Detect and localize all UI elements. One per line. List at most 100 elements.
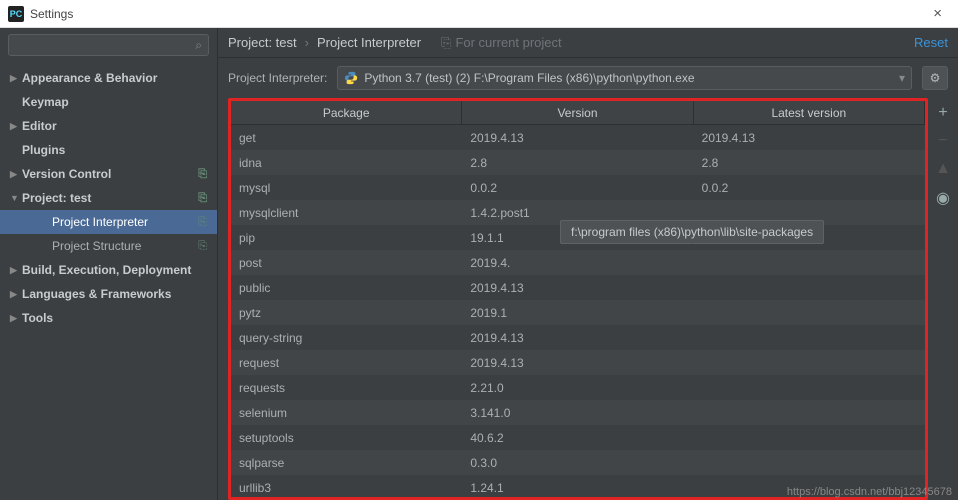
- sidebar-item-label: Build, Execution, Deployment: [22, 263, 191, 277]
- cell-package: mysql: [231, 181, 462, 195]
- remove-button[interactable]: −: [938, 132, 947, 150]
- gear-button[interactable]: ⚙: [922, 66, 948, 90]
- python-icon: [344, 71, 358, 85]
- table-row[interactable]: public2019.4.13: [231, 275, 925, 300]
- table-row[interactable]: post2019.4.: [231, 250, 925, 275]
- tree-arrow-icon: ▼: [10, 193, 22, 203]
- eye-button[interactable]: ◉: [936, 188, 950, 208]
- sidebar-item-plugins[interactable]: Plugins: [0, 138, 217, 162]
- cell-package: request: [231, 356, 462, 370]
- tree-arrow-icon: ▶: [10, 313, 22, 324]
- breadcrumb-project: Project: test: [228, 35, 297, 50]
- sidebar-item-build-execution-deployment[interactable]: ▶Build, Execution, Deployment: [0, 258, 217, 282]
- table-row[interactable]: get2019.4.132019.4.13: [231, 125, 925, 150]
- cell-latest: 2.8: [694, 156, 925, 170]
- sidebar-item-label: Languages & Frameworks: [22, 287, 171, 301]
- sidebar-item-tools[interactable]: ▶Tools: [0, 306, 217, 330]
- upgrade-button[interactable]: ▲: [935, 160, 951, 178]
- cell-version: 2019.4.: [462, 256, 693, 270]
- copy-icon: ⎘: [198, 216, 207, 229]
- tree-arrow-icon: ▶: [10, 169, 22, 180]
- current-project-hint: ⎘ For current project: [441, 35, 562, 51]
- cell-version: 2019.4.13: [462, 131, 693, 145]
- cell-package: requests: [231, 381, 462, 395]
- table-row[interactable]: setuptools40.6.2: [231, 425, 925, 450]
- gear-icon: ⚙: [930, 71, 941, 85]
- cell-version: 2019.4.13: [462, 356, 693, 370]
- cell-package: get: [231, 131, 462, 145]
- col-version[interactable]: Version: [462, 101, 693, 124]
- sidebar: ⌕ ▶Appearance & BehaviorKeymap▶EditorPlu…: [0, 28, 218, 500]
- search-field[interactable]: [15, 38, 191, 52]
- sidebar-item-label: Project Interpreter: [52, 215, 148, 229]
- cell-version: 2.21.0: [462, 381, 693, 395]
- app-icon: PC: [8, 6, 24, 22]
- table-row[interactable]: requests2.21.0: [231, 375, 925, 400]
- table-row[interactable]: request2019.4.13: [231, 350, 925, 375]
- col-package[interactable]: Package: [231, 101, 462, 124]
- cell-package: pip: [231, 231, 462, 245]
- table-row[interactable]: selenium3.141.0: [231, 400, 925, 425]
- add-button[interactable]: +: [938, 104, 947, 122]
- reset-link[interactable]: Reset: [914, 35, 948, 50]
- cell-version: 0.0.2: [462, 181, 693, 195]
- cell-version: 2.8: [462, 156, 693, 170]
- path-tooltip: f:\program files (x86)\python\lib\site-p…: [560, 220, 824, 244]
- sidebar-item-label: Tools: [22, 311, 53, 325]
- sidebar-item-appearance-behavior[interactable]: ▶Appearance & Behavior: [0, 66, 217, 90]
- chevron-down-icon: ▾: [899, 71, 905, 85]
- sidebar-item-keymap[interactable]: Keymap: [0, 90, 217, 114]
- table-actions: + − ▲ ◉: [928, 98, 958, 500]
- tree-arrow-icon: ▶: [10, 289, 22, 300]
- cell-package: setuptools: [231, 431, 462, 445]
- sidebar-item-project-interpreter[interactable]: Project Interpreter ⎘: [0, 210, 217, 234]
- packages-table: Package Version Latest version get2019.4…: [228, 98, 928, 500]
- settings-tree: ▶Appearance & BehaviorKeymap▶EditorPlugi…: [0, 62, 217, 500]
- copy-icon: ⎘: [441, 35, 451, 51]
- sidebar-item-label: Appearance & Behavior: [22, 71, 157, 85]
- table-row[interactable]: mysql0.0.20.0.2: [231, 175, 925, 200]
- sidebar-item-languages-frameworks[interactable]: ▶Languages & Frameworks: [0, 282, 217, 306]
- col-latest[interactable]: Latest version: [694, 101, 925, 124]
- cell-package: selenium: [231, 406, 462, 420]
- cell-package: pytz: [231, 306, 462, 320]
- cell-package: mysqlclient: [231, 206, 462, 220]
- cell-version: 1.4.2.post1: [462, 206, 693, 220]
- sidebar-item-project-structure[interactable]: Project Structure⎘: [0, 234, 217, 258]
- table-row[interactable]: pytz2019.1: [231, 300, 925, 325]
- cell-version: 1.24.1: [462, 481, 693, 495]
- table-row[interactable]: sqlparse0.3.0: [231, 450, 925, 475]
- search-icon: ⌕: [195, 38, 202, 53]
- table-body: get2019.4.132019.4.13idna2.82.8mysql0.0.…: [231, 125, 925, 497]
- tree-arrow-icon: ▶: [10, 121, 22, 132]
- cell-package: post: [231, 256, 462, 270]
- sidebar-item-version-control[interactable]: ▶Version Control⎘: [0, 162, 217, 186]
- interpreter-select[interactable]: Python 3.7 (test) (2) F:\Program Files (…: [337, 66, 912, 90]
- window-title: Settings: [30, 7, 73, 21]
- cell-version: 40.6.2: [462, 431, 693, 445]
- cell-latest: 0.0.2: [694, 181, 925, 195]
- content-pane: Project: test › Project Interpreter ⎘ Fo…: [218, 28, 958, 500]
- interpreter-row: Project Interpreter: Python 3.7 (test) (…: [218, 58, 958, 98]
- chevron-right-icon: ›: [305, 35, 309, 50]
- watermark: https://blog.csdn.net/bbj12345678: [787, 486, 952, 498]
- sidebar-item-editor[interactable]: ▶Editor: [0, 114, 217, 138]
- search-input[interactable]: ⌕: [8, 34, 209, 56]
- cell-package: public: [231, 281, 462, 295]
- close-icon[interactable]: ×: [925, 5, 950, 22]
- sidebar-item-project-test[interactable]: ▼Project: test ⎘: [0, 186, 217, 210]
- sidebar-item-label: Project Structure: [52, 239, 141, 253]
- cell-package: sqlparse: [231, 456, 462, 470]
- cell-version: 0.3.0: [462, 456, 693, 470]
- breadcrumb: Project: test › Project Interpreter ⎘ Fo…: [218, 28, 958, 58]
- table-header: Package Version Latest version: [231, 101, 925, 125]
- sidebar-item-label: Project: test: [22, 191, 91, 205]
- sidebar-item-label: Keymap: [22, 95, 69, 109]
- cell-version: 2019.4.13: [462, 281, 693, 295]
- sidebar-item-label: Editor: [22, 119, 57, 133]
- table-row[interactable]: query-string2019.4.13: [231, 325, 925, 350]
- copy-icon: ⎘: [198, 192, 207, 205]
- tree-arrow-icon: ▶: [10, 73, 22, 84]
- cell-package: idna: [231, 156, 462, 170]
- table-row[interactable]: idna2.82.8: [231, 150, 925, 175]
